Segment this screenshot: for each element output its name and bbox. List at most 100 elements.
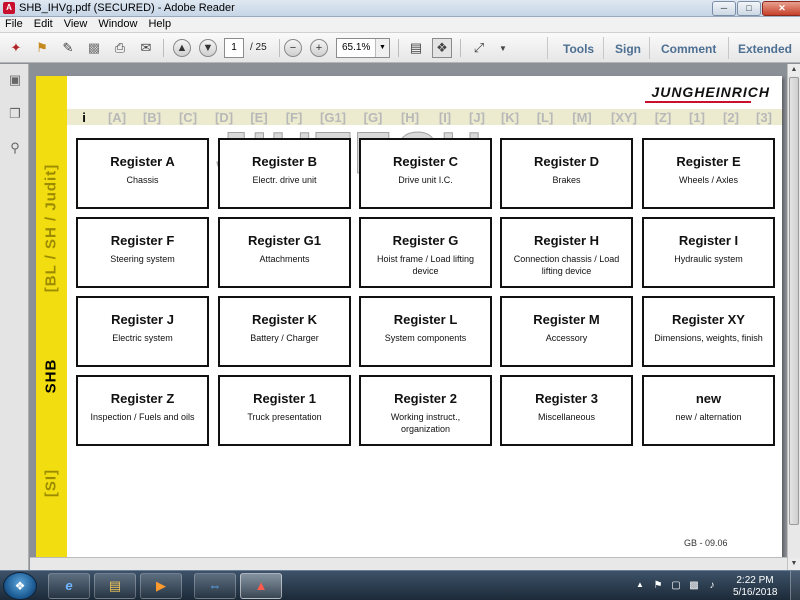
- media-player-icon[interactable]: ▶: [140, 573, 182, 599]
- page-number-input[interactable]: 1: [224, 38, 244, 58]
- network-icon[interactable]: ▩: [688, 580, 700, 591]
- zoom-level-select[interactable]: 65.1% ▼: [336, 38, 390, 58]
- power-icon[interactable]: ▢: [670, 580, 682, 591]
- toolbar-menu-chevron-icon[interactable]: ▼: [493, 38, 513, 58]
- system-clock[interactable]: 2:22 PM 5/16/2018: [733, 575, 778, 599]
- adobe-reader-task-icon[interactable]: ▲: [240, 573, 282, 599]
- side-label-si[interactable]: [SI]: [43, 469, 60, 497]
- menu-file[interactable]: File: [0, 17, 29, 30]
- register-description: Attachments: [259, 254, 310, 264]
- register-title: Register E: [676, 154, 741, 169]
- side-label-shb[interactable]: SHB: [43, 359, 60, 394]
- scroll-thumb[interactable]: [789, 77, 799, 525]
- action-center-flag-icon[interactable]: ⚑: [652, 580, 664, 591]
- teamviewer-icon[interactable]: ⇔: [194, 573, 236, 599]
- register-description: System components: [384, 333, 467, 343]
- vertical-scrollbar[interactable]: ▲ ▼: [787, 64, 800, 570]
- register-f-button[interactable]: Register F Steering system: [76, 217, 209, 288]
- index-tab-g[interactable]: [G]: [364, 110, 383, 125]
- show-hidden-icons-icon[interactable]: ▲: [634, 580, 646, 589]
- register-new-button[interactable]: new new / alternation: [642, 375, 775, 446]
- register-2-button[interactable]: Register 2 Working instruct., organizatio…: [359, 375, 492, 446]
- minimize-button[interactable]: ─: [712, 1, 736, 16]
- register-3-button[interactable]: Register 3 Miscellaneous: [500, 375, 633, 446]
- index-tab-i-register[interactable]: [I]: [439, 110, 451, 125]
- menu-help[interactable]: Help: [143, 17, 177, 30]
- register-h-button[interactable]: Register H Connection chassis / Load lift…: [500, 217, 633, 288]
- menu-view[interactable]: View: [59, 17, 94, 30]
- index-tab-i[interactable]: i: [82, 110, 86, 125]
- show-desktop-button[interactable]: [790, 571, 800, 600]
- index-tab-h[interactable]: [H]: [401, 110, 419, 125]
- register-j-button[interactable]: Register J Electric system: [76, 296, 209, 367]
- index-tab-2[interactable]: [2]: [723, 110, 739, 125]
- close-button[interactable]: ✕: [762, 1, 800, 16]
- open-file-icon[interactable]: ⚑: [32, 38, 52, 58]
- comment-link[interactable]: Comment: [661, 42, 716, 56]
- index-tab-1[interactable]: [1]: [689, 110, 705, 125]
- index-tab-g1[interactable]: [G1]: [320, 110, 346, 125]
- chevron-down-icon[interactable]: ▼: [375, 39, 389, 57]
- horizontal-scrollbar[interactable]: [30, 557, 787, 570]
- full-screen-icon[interactable]: ⤢: [469, 38, 489, 58]
- scroll-down-icon[interactable]: ▼: [788, 558, 800, 570]
- print-icon[interactable]: ⎙: [110, 38, 130, 58]
- fit-width-icon[interactable]: ❖: [432, 38, 452, 58]
- register-g-button[interactable]: Register G Hoist frame / Load lifting dev…: [359, 217, 492, 288]
- edit-document-icon[interactable]: ✎: [58, 38, 78, 58]
- sign-link[interactable]: Sign: [615, 42, 641, 56]
- index-tab-f[interactable]: [F]: [286, 110, 303, 125]
- maximize-button[interactable]: □: [737, 1, 761, 16]
- index-tab-z[interactable]: [Z]: [655, 110, 672, 125]
- internet-explorer-icon[interactable]: e: [48, 573, 90, 599]
- index-tab-a[interactable]: [A]: [108, 110, 126, 125]
- start-button[interactable]: ❖: [3, 572, 37, 600]
- index-tab-d[interactable]: [D]: [215, 110, 233, 125]
- index-tab-j[interactable]: [J]: [469, 110, 485, 125]
- next-page-icon[interactable]: ▼: [199, 39, 217, 57]
- previous-page-icon[interactable]: ▲: [173, 39, 191, 57]
- index-tab-m[interactable]: [M]: [572, 110, 592, 125]
- register-b-button[interactable]: Register B Electr. drive unit: [218, 138, 351, 209]
- register-1-button[interactable]: Register 1 Truck presentation: [218, 375, 351, 446]
- register-title: new: [695, 391, 722, 406]
- scroll-up-icon[interactable]: ▲: [788, 64, 800, 76]
- save-icon[interactable]: ▩: [84, 38, 104, 58]
- attachment-icon[interactable]: ⚲: [7, 140, 23, 156]
- extended-link[interactable]: Extended: [738, 42, 792, 56]
- pages-icon[interactable]: ❐: [7, 106, 23, 122]
- register-xy-button[interactable]: Register XY Dimensions, weights, finish: [642, 296, 775, 367]
- register-z-button[interactable]: Register Z Inspection / Fuels and oils: [76, 375, 209, 446]
- side-label-bl-sh-judit[interactable]: [BL / SH / Judit]: [43, 164, 60, 292]
- index-tab-xy[interactable]: [XY]: [611, 110, 637, 125]
- email-icon[interactable]: ✉: [136, 38, 156, 58]
- create-pdf-icon[interactable]: ✦: [6, 38, 26, 58]
- register-g1-button[interactable]: Register G1 Attachments: [218, 217, 351, 288]
- index-tab-k[interactable]: [K]: [501, 110, 519, 125]
- index-tab-c[interactable]: [C]: [179, 110, 197, 125]
- register-d-button[interactable]: Register D Brakes: [500, 138, 633, 209]
- lock-icon[interactable]: ▣: [7, 72, 23, 88]
- register-i-button[interactable]: Register I Hydraulic system: [642, 217, 775, 288]
- register-title: Register D: [533, 154, 600, 169]
- menu-window[interactable]: Window: [93, 17, 143, 30]
- index-tab-l[interactable]: [L]: [537, 110, 554, 125]
- fit-page-icon[interactable]: ▤: [406, 38, 426, 58]
- file-explorer-icon[interactable]: ▤: [94, 573, 136, 599]
- zoom-in-icon[interactable]: +: [310, 39, 328, 57]
- zoom-out-icon[interactable]: −: [284, 39, 302, 57]
- register-title: Register C: [392, 154, 459, 169]
- register-description: new / alternation: [675, 412, 742, 422]
- register-k-button[interactable]: Register K Battery / Charger: [218, 296, 351, 367]
- index-tab-e[interactable]: [E]: [250, 110, 267, 125]
- menu-edit[interactable]: Edit: [29, 17, 59, 30]
- index-tab-b[interactable]: [B]: [143, 110, 161, 125]
- volume-icon[interactable]: ♪: [706, 580, 718, 591]
- register-e-button[interactable]: Register E Wheels / Axles: [642, 138, 775, 209]
- register-c-button[interactable]: Register C Drive unit I.C.: [359, 138, 492, 209]
- register-m-button[interactable]: Register M Accessory: [500, 296, 633, 367]
- index-tab-3[interactable]: [3]: [756, 110, 772, 125]
- register-a-button[interactable]: Register A Chassis: [76, 138, 209, 209]
- tools-link[interactable]: Tools: [563, 42, 594, 56]
- register-l-button[interactable]: Register L System components: [359, 296, 492, 367]
